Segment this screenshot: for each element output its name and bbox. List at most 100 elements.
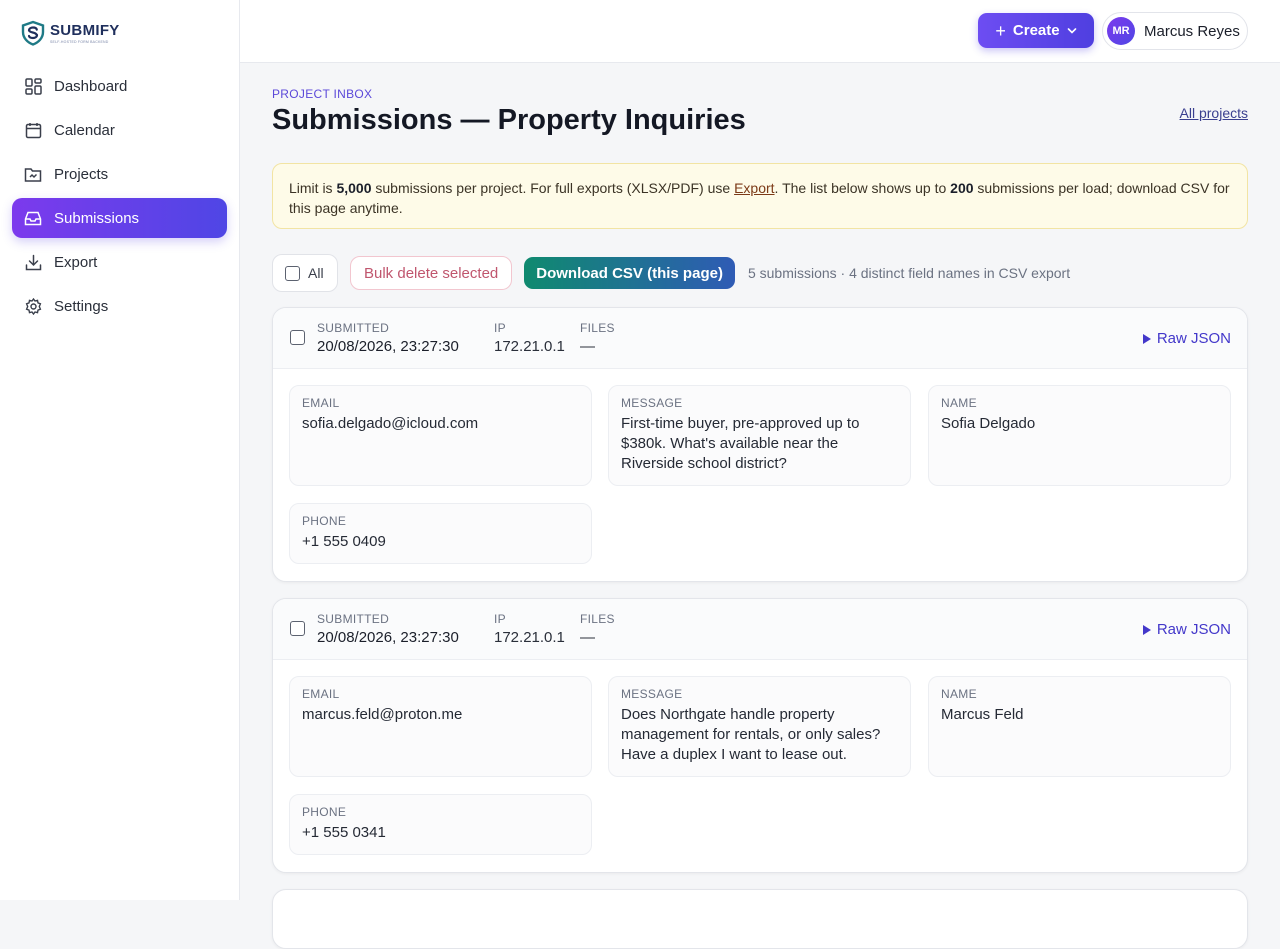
ip-value: 172.21.0.1 bbox=[494, 338, 565, 355]
submitted-meta: SUBMITTED 20/08/2026, 23:27:30 bbox=[317, 321, 459, 355]
meta-label: FILES bbox=[580, 321, 615, 335]
checkbox[interactable] bbox=[285, 265, 300, 281]
field-label: EMAIL bbox=[302, 687, 340, 701]
submissions-toolbar: All Bulk delete selected Download CSV (t… bbox=[272, 254, 1248, 292]
field-value: sofia.delgado@icloud.com bbox=[302, 415, 479, 432]
sidebar-item-dashboard[interactable]: Dashboard bbox=[12, 66, 227, 106]
raw-json-label: Raw JSON bbox=[1156, 621, 1231, 638]
page-title: Submissions — Property Inquiries bbox=[272, 104, 746, 136]
field-email: EMAIL marcus.feld@proton.me bbox=[289, 676, 592, 777]
raw-json-label: Raw JSON bbox=[1156, 330, 1231, 347]
submitted-value: 20/08/2026, 23:27:30 bbox=[317, 629, 459, 646]
sidebar-item-label: Dashboard bbox=[54, 77, 128, 95]
chevron-down-icon bbox=[1067, 27, 1076, 34]
shield-logo-icon bbox=[21, 20, 45, 46]
sidebar-item-label: Projects bbox=[54, 165, 109, 183]
calendar-icon bbox=[24, 121, 42, 139]
sidebar-item-label: Submissions bbox=[54, 209, 140, 227]
field-value: First-time buyer, pre-approved up to $38… bbox=[621, 415, 860, 472]
ip-value: 172.21.0.1 bbox=[494, 629, 565, 646]
select-all-label: All bbox=[308, 265, 324, 281]
brand-name: SUBMIFY bbox=[50, 21, 120, 39]
files-value: — bbox=[580, 338, 595, 355]
sidebar-item-projects[interactable]: Projects bbox=[12, 154, 227, 194]
triangle-right-icon bbox=[1142, 624, 1151, 635]
field-label: NAME bbox=[941, 687, 977, 701]
submission-card-header: SUBMITTED 20/08/2026, 23:27:30 IP 172.21… bbox=[273, 308, 1247, 369]
sidebar-item-export[interactable]: Export bbox=[12, 242, 227, 282]
limit-notice: Limit is 5,000 submissions per project. … bbox=[272, 163, 1248, 229]
notice-limit: 5,000 bbox=[336, 180, 372, 196]
sidebar-item-label: Settings bbox=[54, 297, 109, 315]
sidebar: SUBMIFY SELF-HOSTED FORM BACKEND Dashboa… bbox=[0, 0, 240, 900]
field-label: MESSAGE bbox=[621, 687, 683, 701]
submission-card bbox=[272, 889, 1248, 949]
field-value: Sofia Delgado bbox=[941, 415, 1036, 432]
download-icon bbox=[24, 253, 42, 271]
sidebar-item-label: Calendar bbox=[54, 121, 115, 139]
ip-meta: IP 172.21.0.1 bbox=[494, 321, 565, 355]
notice-text: . The list below shows up to bbox=[774, 180, 951, 196]
meta-label: SUBMITTED bbox=[317, 321, 390, 335]
brand-tagline: SELF-HOSTED FORM BACKEND bbox=[50, 39, 109, 44]
create-button[interactable]: + Create bbox=[978, 13, 1094, 48]
files-meta: FILES — bbox=[580, 321, 615, 355]
field-label: PHONE bbox=[302, 514, 347, 528]
raw-json-toggle[interactable]: Raw JSON bbox=[1142, 330, 1231, 347]
export-link[interactable]: Export bbox=[734, 180, 774, 196]
triangle-right-icon bbox=[1142, 333, 1151, 344]
submission-card-header: SUBMITTED 20/08/2026, 23:27:30 IP 172.21… bbox=[273, 599, 1247, 660]
folder-icon bbox=[24, 165, 42, 183]
field-label: PHONE bbox=[302, 805, 347, 819]
submitted-meta: SUBMITTED 20/08/2026, 23:27:30 bbox=[317, 612, 459, 646]
field-value: Does Northgate handle property managemen… bbox=[621, 706, 881, 763]
user-menu[interactable]: MR Marcus Reyes bbox=[1102, 12, 1248, 50]
meta-label: SUBMITTED bbox=[317, 612, 390, 626]
sidebar-item-submissions[interactable]: Submissions bbox=[12, 198, 227, 238]
submission-card: SUBMITTED 20/08/2026, 23:27:30 IP 172.21… bbox=[272, 598, 1248, 873]
meta-label: IP bbox=[494, 321, 506, 335]
submission-checkbox[interactable] bbox=[290, 621, 305, 636]
all-projects-link[interactable]: All projects bbox=[1180, 105, 1248, 121]
sidebar-item-settings[interactable]: Settings bbox=[12, 286, 227, 326]
sidebar-item-calendar[interactable]: Calendar bbox=[12, 110, 227, 150]
raw-json-toggle[interactable]: Raw JSON bbox=[1142, 621, 1231, 638]
bulk-delete-button[interactable]: Bulk delete selected bbox=[350, 256, 513, 290]
sidebar-nav: Dashboard Calendar Projects Submissions … bbox=[12, 66, 227, 330]
field-value: marcus.feld@proton.me bbox=[302, 706, 463, 723]
topbar: + Create MR Marcus Reyes bbox=[240, 0, 1280, 63]
ip-meta: IP 172.21.0.1 bbox=[494, 612, 565, 646]
submissions-summary: 5 submissions · 4 distinct field names i… bbox=[747, 265, 1071, 281]
notice-text: Limit is bbox=[289, 180, 337, 196]
meta-label: FILES bbox=[580, 612, 615, 626]
page-eyebrow: PROJECT INBOX bbox=[272, 87, 373, 101]
submission-checkbox[interactable] bbox=[290, 330, 305, 345]
field-label: EMAIL bbox=[302, 396, 340, 410]
dashboard-icon bbox=[24, 77, 42, 95]
notice-per-load: 200 bbox=[950, 180, 974, 196]
field-label: MESSAGE bbox=[621, 396, 683, 410]
files-meta: FILES — bbox=[580, 612, 615, 646]
notice-text: submissions per project. For full export… bbox=[371, 180, 735, 196]
meta-label: IP bbox=[494, 612, 506, 626]
gear-icon bbox=[24, 297, 42, 315]
field-label: NAME bbox=[941, 396, 977, 410]
submitted-value: 20/08/2026, 23:27:30 bbox=[317, 338, 459, 355]
inbox-icon bbox=[24, 209, 42, 227]
select-all-checkbox[interactable]: All bbox=[272, 254, 338, 292]
user-name: Marcus Reyes bbox=[1144, 22, 1240, 40]
field-message: MESSAGE First-time buyer, pre-approved u… bbox=[608, 385, 911, 486]
field-message: MESSAGE Does Northgate handle property m… bbox=[608, 676, 911, 777]
field-email: EMAIL sofia.delgado@icloud.com bbox=[289, 385, 592, 486]
files-value: — bbox=[580, 629, 595, 646]
field-value: +1 555 0409 bbox=[302, 533, 386, 550]
sidebar-item-label: Export bbox=[54, 253, 98, 271]
avatar: MR bbox=[1107, 17, 1135, 45]
download-csv-button[interactable]: Download CSV (this page) bbox=[524, 257, 735, 289]
field-phone: PHONE +1 555 0409 bbox=[289, 503, 592, 564]
field-value: Marcus Feld bbox=[941, 706, 1024, 723]
field-value: +1 555 0341 bbox=[302, 824, 386, 841]
field-name: NAME Sofia Delgado bbox=[928, 385, 1231, 486]
create-button-label: Create bbox=[1012, 22, 1060, 39]
brand-logo[interactable]: SUBMIFY SELF-HOSTED FORM BACKEND bbox=[20, 20, 120, 46]
